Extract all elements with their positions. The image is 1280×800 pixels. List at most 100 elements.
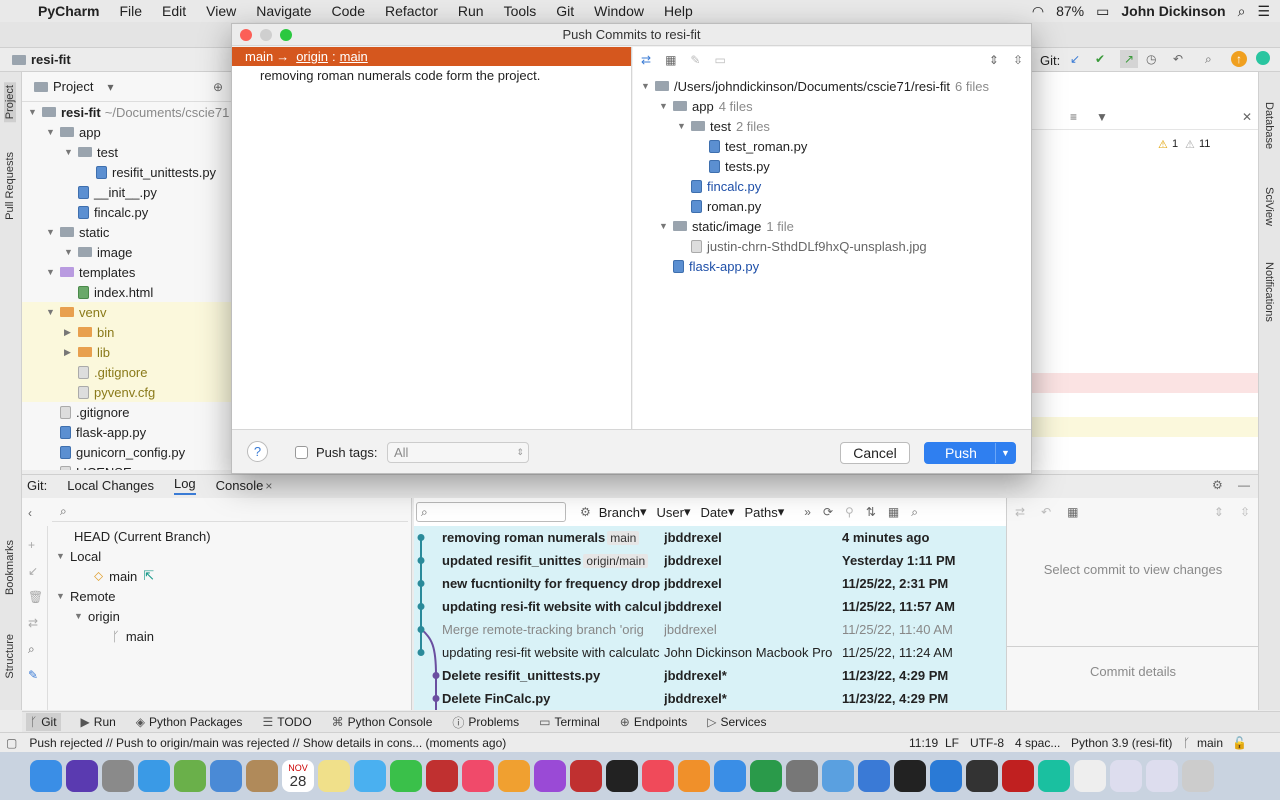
tab-local-changes[interactable]: Local Changes <box>67 478 154 493</box>
locate-icon[interactable]: ⊕ <box>213 80 223 94</box>
line-separator[interactable]: LF <box>945 736 959 750</box>
filter-icon[interactable]: ▼ <box>1096 110 1108 124</box>
notifications-tab[interactable]: Notifications <box>1263 262 1275 322</box>
target-branch-link[interactable]: main <box>340 49 368 64</box>
chevron-down-icon[interactable]: ▼ <box>28 107 42 117</box>
updates-icon[interactable]: ↑ <box>1231 51 1247 67</box>
weak-warning-icon[interactable]: ⚠ <box>1185 138 1195 151</box>
gear-icon[interactable]: ⚙ <box>1212 478 1223 492</box>
battery-percent[interactable]: 87% <box>1056 3 1084 19</box>
tool-python-console[interactable]: ⌘ Python Console <box>332 715 433 729</box>
chevron-down-icon[interactable]: ▼ <box>46 127 60 137</box>
push-tags-select[interactable]: All ⇕ <box>387 442 529 463</box>
minimize-window-button[interactable] <box>260 29 272 41</box>
project-tree-item[interactable]: ▼ static <box>22 222 231 242</box>
update-icon[interactable]: ↙ <box>28 564 38 578</box>
changed-file-item[interactable]: fincalc.py <box>633 176 1031 196</box>
pull-requests-tab[interactable]: Pull Requests <box>4 152 16 220</box>
vscode-icon[interactable] <box>930 760 962 792</box>
project-tree-item[interactable]: .gitignore <box>22 402 231 422</box>
search-everywhere-icon[interactable]: ⌕ <box>1205 52 1212 67</box>
tab-console[interactable]: Console <box>216 478 264 493</box>
branch-local-main[interactable]: ⬦ main ⇱ <box>56 566 408 586</box>
add-icon[interactable]: + <box>28 538 35 552</box>
status-message[interactable]: Push rejected // Push to origin/main was… <box>29 736 506 750</box>
file-encoding[interactable]: UTF-8 <box>970 736 1004 750</box>
chevron-down-icon[interactable]: ▼ <box>659 221 673 231</box>
project-tree-item[interactable]: index.html <box>22 282 231 302</box>
group-by-icon[interactable]: ▦ <box>665 53 676 67</box>
textedit-icon[interactable] <box>1074 760 1106 792</box>
lock-icon[interactable]: 🔓 <box>1232 736 1247 750</box>
push-target-row[interactable]: main → origin : main <box>232 47 631 66</box>
commit-row[interactable]: Delete FinCalc.py jbddrexel* 11/23/22, 4:2… <box>414 687 1006 710</box>
expand-icon[interactable]: ⇕ <box>1214 505 1224 519</box>
messages-icon[interactable] <box>354 760 386 792</box>
chevron-down-icon[interactable]: ▼ <box>56 551 70 561</box>
help-button[interactable]: ? <box>247 441 268 462</box>
push-button[interactable]: Push ▼ <box>924 442 1016 464</box>
menu-file[interactable]: File <box>119 3 142 19</box>
more-icon[interactable]: » <box>804 505 811 519</box>
spotlight-icon[interactable]: ⌕ <box>1238 3 1246 20</box>
podcasts-icon[interactable] <box>534 760 566 792</box>
finder-icon[interactable] <box>30 760 62 792</box>
minimize-icon[interactable]: — <box>1238 478 1250 492</box>
commit-row[interactable]: removing roman numerals main jbddrexel 4 mi… <box>414 526 1006 549</box>
chevron-down-icon[interactable]: ▼ <box>46 267 60 277</box>
branch-group-origin[interactable]: ▼ origin <box>56 606 408 626</box>
project-tree-item[interactable]: pyvenv.cfg <box>22 382 231 402</box>
commit-row[interactable]: updated resifit_unittes origin/main jbddre… <box>414 549 1006 572</box>
cancel-button[interactable]: Cancel <box>840 442 910 464</box>
acrobat-icon[interactable] <box>1002 760 1034 792</box>
pycharm-icon[interactable] <box>1038 760 1070 792</box>
filter-branch[interactable]: Branch ▾ <box>599 504 647 520</box>
jetbrains-icon[interactable] <box>1256 51 1270 65</box>
control-center-icon[interactable]: ☰ <box>1257 3 1270 20</box>
chevron-down-icon[interactable]: ▼ <box>74 611 88 621</box>
project-root[interactable]: ▼ resi-fit ~/Documents/cscie71 <box>22 102 231 122</box>
bookmarks-tab[interactable]: Bookmarks <box>4 540 16 595</box>
menu-view[interactable]: View <box>206 3 236 19</box>
commit-row[interactable]: new fucntionilty for frequency drop jbddr… <box>414 572 1006 595</box>
menu-code[interactable]: Code <box>332 3 365 19</box>
compare-icon[interactable]: ⇄ <box>28 616 38 630</box>
menu-git[interactable]: Git <box>556 3 574 19</box>
undo-icon[interactable]: ↶ <box>1041 505 1051 519</box>
search-icon[interactable]: ⌕ <box>28 642 35 657</box>
layout-icon[interactable]: ▢ <box>6 736 17 750</box>
expand-all-icon[interactable]: ⇕ <box>989 53 999 67</box>
menu-refactor[interactable]: Refactor <box>385 3 438 19</box>
menu-help[interactable]: Help <box>664 3 693 19</box>
show-diff-icon[interactable]: ⇄ <box>641 53 651 67</box>
collapse-all-icon[interactable]: ⇳ <box>1013 53 1023 67</box>
close-icon[interactable]: × <box>265 479 272 493</box>
facetime-icon[interactable] <box>390 760 422 792</box>
search-icon[interactable]: ⌕ <box>911 505 918 520</box>
tool-git[interactable]: ᚴ Git <box>26 713 61 731</box>
git-branch-widget[interactable]: main <box>1197 736 1223 750</box>
commit-check-icon[interactable]: ✔ <box>1095 52 1105 66</box>
project-tree-item[interactable]: fincalc.py <box>22 202 231 222</box>
chevron-down-icon[interactable]: ▼ <box>641 81 655 91</box>
changed-file-item[interactable]: tests.py <box>633 156 1031 176</box>
push-tags-checkbox[interactable] <box>295 446 308 459</box>
push-icon[interactable]: ↗ <box>1120 50 1138 68</box>
documents-icon[interactable] <box>1146 760 1178 792</box>
changed-file-item[interactable]: flask-app.py <box>633 256 1031 276</box>
filter-paths[interactable]: Paths ▾ <box>744 504 784 520</box>
cursor-position[interactable]: 11:19 <box>909 736 938 750</box>
rollback-icon[interactable]: ↶ <box>1173 52 1183 66</box>
branch-group-local[interactable]: ▼ Local <box>56 546 408 566</box>
chevron-right-icon[interactable]: ▶ <box>64 347 78 358</box>
project-tree-item[interactable]: resifit_unittests.py <box>22 162 231 182</box>
project-tree-item[interactable]: ▼ test <box>22 142 231 162</box>
commit-row[interactable]: updating resi-fit website with calcul jbd… <box>414 595 1006 618</box>
chevron-down-icon[interactable]: ▾ <box>107 80 113 94</box>
wifi-icon[interactable]: ◠ <box>1032 3 1044 20</box>
notes-icon[interactable] <box>318 760 350 792</box>
changed-file-item[interactable]: ▼ app 4 files <box>633 96 1031 116</box>
tool-python-packages[interactable]: ◈ Python Packages <box>136 715 243 729</box>
chevron-down-icon[interactable]: ▼ <box>659 101 673 111</box>
branch-head[interactable]: HEAD (Current Branch) <box>56 526 408 546</box>
